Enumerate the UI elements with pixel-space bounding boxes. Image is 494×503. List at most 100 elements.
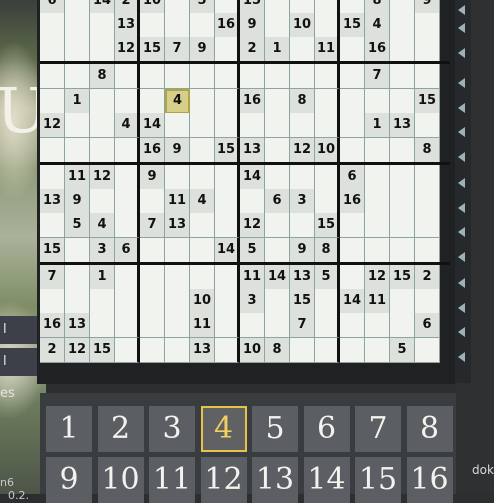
grid-cell[interactable]: 15 — [315, 213, 340, 238]
grid-cell[interactable] — [215, 0, 240, 14]
number-key-10[interactable]: 10 — [97, 457, 144, 503]
grid-cell[interactable] — [90, 289, 115, 314]
grid-cell[interactable] — [190, 265, 215, 290]
number-key-15[interactable]: 15 — [355, 457, 401, 503]
grid-cell[interactable] — [315, 165, 340, 190]
grid-cell[interactable] — [215, 265, 240, 290]
grid-cell[interactable] — [40, 37, 65, 62]
grid-cell[interactable]: 8 — [315, 238, 340, 263]
grid-cell[interactable] — [390, 289, 415, 314]
grid-cell[interactable] — [215, 113, 240, 138]
grid-cell[interactable] — [165, 238, 190, 263]
row-arrow-icon[interactable] — [458, 278, 465, 288]
grid-cell[interactable] — [40, 13, 65, 38]
grid-cell[interactable] — [340, 265, 365, 290]
grid-cell[interactable] — [190, 165, 215, 190]
row-arrow-icon[interactable] — [458, 78, 465, 88]
grid-cell[interactable] — [390, 313, 415, 338]
grid-cell[interactable] — [340, 0, 365, 14]
grid-cell[interactable]: 5 — [315, 265, 340, 290]
row-arrow-icon[interactable] — [458, 178, 465, 188]
grid-cell[interactable]: 10 — [315, 138, 340, 163]
grid-cell[interactable] — [190, 64, 215, 89]
grid-cell[interactable] — [240, 113, 265, 138]
grid-cell[interactable]: 15 — [290, 289, 315, 314]
grid-cell[interactable] — [165, 165, 190, 190]
grid-cell[interactable]: 8 — [365, 0, 390, 14]
grid-cell[interactable] — [415, 213, 440, 238]
grid-cell[interactable]: 3 — [290, 189, 315, 214]
grid-cell[interactable]: 12 — [365, 265, 390, 290]
grid-cell[interactable]: 15 — [340, 13, 365, 38]
grid-cell[interactable] — [140, 238, 165, 263]
grid-cell[interactable] — [140, 338, 165, 363]
grid-cell[interactable]: 15 — [390, 265, 415, 290]
grid-cell[interactable] — [415, 189, 440, 214]
grid-cell[interactable] — [65, 289, 90, 314]
grid-cell[interactable] — [165, 313, 190, 338]
grid-cell[interactable] — [140, 313, 165, 338]
grid-cell[interactable] — [290, 64, 315, 89]
grid-cell[interactable]: 16 — [365, 37, 390, 62]
grid-cell[interactable] — [290, 37, 315, 62]
number-key-9[interactable]: 9 — [46, 457, 92, 503]
grid-cell[interactable] — [140, 64, 165, 89]
grid-cell[interactable]: 7 — [165, 37, 190, 62]
grid-cell[interactable]: 11 — [365, 289, 390, 314]
grid-cell[interactable] — [115, 138, 140, 163]
grid-cell[interactable]: 1 — [65, 89, 90, 114]
grid-cell[interactable] — [415, 289, 440, 314]
grid-cell[interactable] — [140, 289, 165, 314]
grid-cell[interactable] — [415, 113, 440, 138]
grid-cell[interactable]: 16 — [215, 13, 240, 38]
grid-cell[interactable] — [140, 89, 165, 114]
grid-cell[interactable] — [390, 13, 415, 38]
grid-cell[interactable] — [190, 89, 215, 114]
grid-cell[interactable] — [315, 13, 340, 38]
number-key-6[interactable]: 6 — [303, 406, 350, 452]
grid-cell[interactable] — [40, 213, 65, 238]
row-arrow-icon[interactable] — [458, 5, 465, 15]
row-arrow-icon[interactable] — [458, 127, 465, 137]
grid-cell[interactable] — [265, 89, 290, 114]
grid-cell[interactable] — [415, 338, 440, 363]
grid-cell[interactable] — [65, 37, 90, 62]
grid-cell[interactable] — [140, 189, 165, 214]
grid-cell[interactable] — [315, 113, 340, 138]
grid-cell[interactable] — [340, 313, 365, 338]
grid-cell[interactable] — [315, 289, 340, 314]
selected-cell[interactable]: 4 — [165, 89, 190, 114]
grid-cell[interactable] — [165, 64, 190, 89]
grid-cell[interactable] — [315, 313, 340, 338]
number-key-12[interactable]: 12 — [200, 457, 247, 503]
grid-cell[interactable] — [165, 0, 190, 14]
row-arrow-icon[interactable] — [458, 303, 465, 313]
grid-cell[interactable] — [90, 138, 115, 163]
grid-cell[interactable]: 10 — [290, 13, 315, 38]
grid-cell[interactable]: 4 — [90, 213, 115, 238]
grid-cell[interactable] — [190, 13, 215, 38]
grid-cell[interactable] — [65, 0, 90, 14]
number-key-13[interactable]: 13 — [252, 457, 298, 503]
grid-cell[interactable] — [115, 265, 140, 290]
grid-cell[interactable]: 9 — [140, 165, 165, 190]
grid-cell[interactable]: 9 — [65, 189, 90, 214]
grid-cell[interactable]: 6 — [40, 0, 65, 14]
number-key-4[interactable]: 4 — [200, 406, 247, 452]
grid-cell[interactable]: 10 — [140, 0, 165, 14]
grid-cell[interactable]: 10 — [240, 338, 265, 363]
grid-cell[interactable]: 2 — [115, 0, 140, 14]
grid-cell[interactable] — [415, 165, 440, 190]
grid-cell[interactable]: 13 — [190, 338, 215, 363]
grid-cell[interactable] — [215, 165, 240, 190]
grid-cell[interactable]: 10 — [190, 289, 215, 314]
grid-cell[interactable] — [415, 238, 440, 263]
grid-cell[interactable] — [215, 338, 240, 363]
grid-cell[interactable]: 9 — [240, 13, 265, 38]
grid-cell[interactable]: 14 — [240, 165, 265, 190]
grid-cell[interactable] — [390, 213, 415, 238]
grid-cell[interactable]: 9 — [290, 238, 315, 263]
grid-cell[interactable] — [340, 64, 365, 89]
grid-cell[interactable]: 8 — [265, 338, 290, 363]
grid-cell[interactable]: 5 — [65, 213, 90, 238]
